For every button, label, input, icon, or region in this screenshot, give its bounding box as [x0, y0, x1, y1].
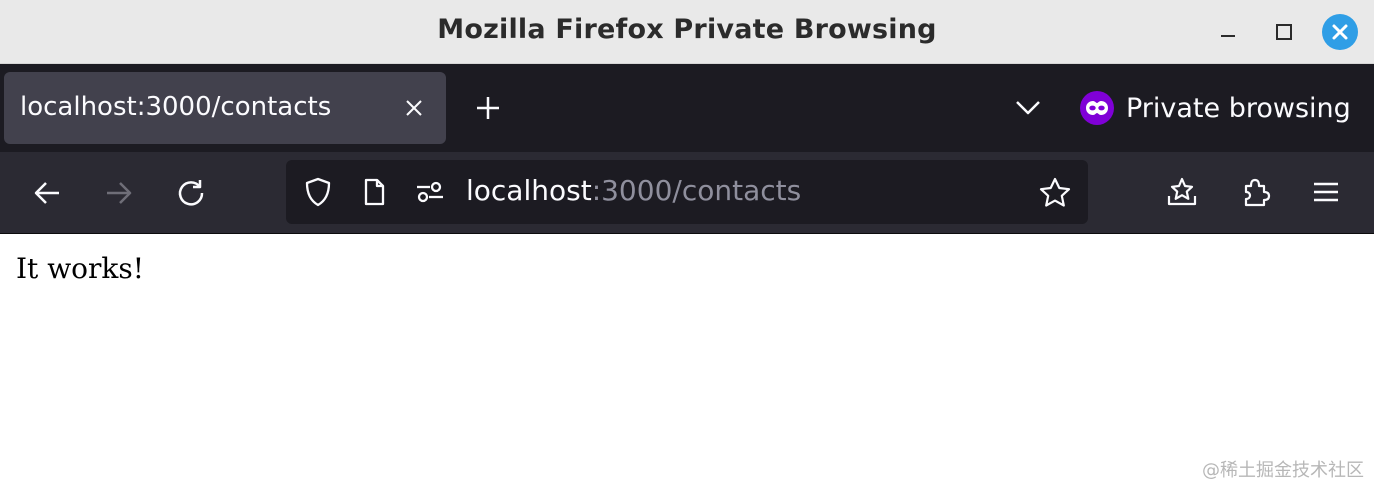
navigation-toolbar: localhost:3000/contacts: [0, 152, 1374, 234]
plus-icon: [477, 97, 499, 119]
close-window-button[interactable]: [1322, 14, 1358, 50]
list-all-tabs-button[interactable]: [1012, 94, 1044, 122]
close-icon: [1332, 24, 1348, 40]
maximize-button[interactable]: [1266, 14, 1302, 50]
pocket-star-icon: [1167, 177, 1197, 206]
new-tab-button[interactable]: [472, 92, 504, 124]
reload-button[interactable]: [174, 176, 208, 210]
back-button[interactable]: [30, 176, 64, 210]
app-menu-button[interactable]: [1308, 174, 1344, 210]
puzzle-icon: [1244, 178, 1271, 207]
maximize-icon: [1276, 24, 1292, 40]
tab-close-button[interactable]: [402, 96, 426, 120]
url-host: localhost: [466, 174, 592, 207]
tab-bar: localhost:3000/contacts Private browsing: [0, 64, 1374, 152]
url-bar[interactable]: localhost:3000/contacts: [286, 160, 1088, 224]
extensions-button[interactable]: [1238, 174, 1274, 210]
star-icon: [1039, 177, 1071, 207]
tracking-protection-button[interactable]: [302, 176, 334, 208]
private-mask-icon: [1080, 91, 1114, 125]
arrow-right-icon: [107, 182, 132, 204]
page-icon: [364, 178, 385, 206]
forward-button[interactable]: [102, 176, 136, 210]
url-text[interactable]: localhost:3000/contacts: [466, 174, 801, 207]
window-titlebar[interactable]: Mozilla Firefox Private Browsing: [0, 0, 1374, 64]
page-content: It works! @稀土掘金技术社区: [0, 234, 1374, 490]
bookmark-button[interactable]: [1038, 176, 1071, 208]
shield-icon: [305, 177, 331, 207]
page-body-text: It works!: [16, 252, 145, 285]
permissions-icon: [417, 181, 443, 203]
site-info-button[interactable]: [358, 176, 390, 208]
private-browsing-label: Private browsing: [1126, 92, 1351, 124]
close-icon: [406, 100, 422, 116]
url-path: :3000/contacts: [591, 174, 802, 207]
hamburger-menu-icon: [1314, 182, 1338, 202]
private-browsing-indicator: Private browsing: [1080, 88, 1351, 128]
window-title: Mozilla Firefox Private Browsing: [437, 14, 937, 45]
pocket-button[interactable]: [1164, 174, 1200, 210]
chevron-down-icon: [1016, 101, 1040, 115]
minimize-button[interactable]: [1210, 14, 1246, 50]
tab-title: localhost:3000/contacts: [20, 92, 332, 122]
reload-icon: [178, 180, 204, 206]
arrow-left-icon: [34, 182, 59, 204]
tab-contacts[interactable]: localhost:3000/contacts: [4, 72, 446, 144]
watermark: @稀土掘金技术社区: [1202, 460, 1364, 481]
minimize-icon: [1221, 35, 1235, 37]
permissions-button[interactable]: [414, 176, 446, 208]
